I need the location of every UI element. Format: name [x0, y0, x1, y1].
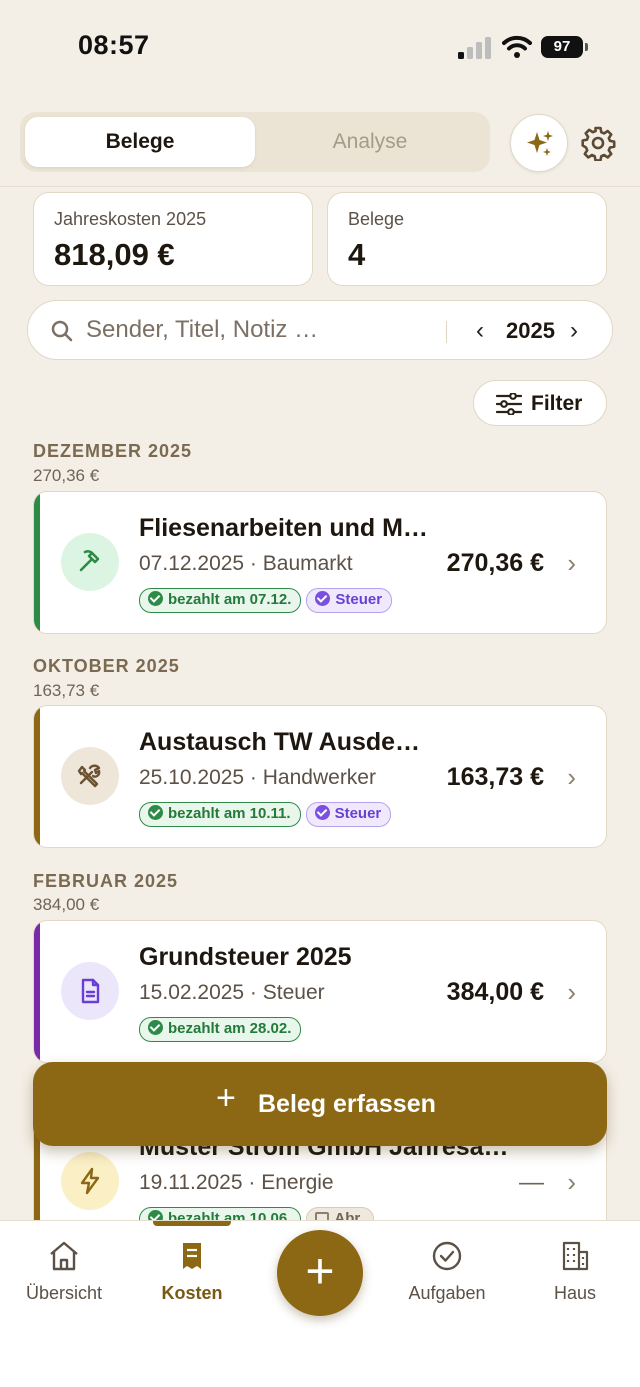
check-icon [148, 1020, 163, 1035]
receipt-subtitle: 07.12.2025 · Baumarkt [139, 552, 353, 575]
search-icon [51, 320, 73, 342]
category-badge [61, 1152, 119, 1210]
tax-label: Steuer [335, 591, 383, 608]
plus-icon: + [216, 1079, 236, 1117]
ai-assistant-button[interactable] [510, 114, 568, 172]
receipt-card[interactable]: Grundsteuer 2025 15.02.2025 · Steuer 384… [33, 920, 607, 1063]
stat-label: Belege [348, 209, 405, 229]
tax-badge: Steuer [305, 802, 392, 827]
check-circle-icon [432, 1241, 462, 1271]
wifi-icon [502, 35, 532, 58]
stat-receipts-count: Belege 4 [327, 192, 607, 286]
search-input[interactable]: Sender, Titel, Notiz … [86, 316, 318, 344]
plus-icon: + [305, 1243, 335, 1299]
chevron-right-icon: › [567, 1167, 576, 1197]
receipt-amount: 163,73 € [446, 763, 544, 791]
tab-label: Übersicht [25, 1283, 103, 1303]
stat-label: Jahreskosten 2025 [54, 209, 207, 229]
chevron-right-icon: › [567, 762, 576, 792]
month-sum: 384,00 € [33, 895, 100, 914]
month-header: OKTOBER 2025 [33, 656, 180, 676]
battery-level: 97 [541, 36, 583, 58]
gear-icon[interactable] [580, 125, 616, 161]
tab-belege[interactable]: Belege [25, 117, 255, 167]
tab-label: Haus [553, 1283, 597, 1303]
chevron-right-icon: › [567, 548, 576, 578]
check-icon [148, 591, 163, 606]
tab-kosten[interactable]: Kosten [132, 1239, 252, 1304]
add-receipt-button[interactable]: + Beleg erfassen [33, 1062, 607, 1146]
receipt-amount: — [519, 1168, 544, 1196]
tab-analyse[interactable]: Analyse [255, 117, 485, 167]
paid-badge: bezahlt am 28.02. [139, 1017, 302, 1042]
month-sum: 270,36 € [33, 466, 100, 485]
header-divider [0, 186, 640, 187]
check-icon [314, 805, 330, 820]
year-prev-button[interactable]: ‹ [476, 317, 484, 345]
active-tab-indicator [153, 1221, 231, 1226]
paid-label: bezahlt am 10.11. [168, 805, 291, 822]
lightning-icon [80, 1167, 100, 1195]
tax-badge: Steuer [306, 588, 393, 613]
paid-badge: bezahlt am 10.11. [139, 802, 301, 827]
year-next-button[interactable]: › [570, 317, 578, 345]
search-bar: Sender, Titel, Notiz … ‹ 2025 › [27, 300, 613, 360]
filter-button[interactable]: Filter [473, 380, 607, 426]
month-sum: 163,73 € [33, 681, 100, 700]
receipt-title: Grundsteuer 2025 [139, 943, 352, 971]
year-value: 2025 [506, 318, 555, 343]
tab-aufgaben[interactable]: Aufgaben [387, 1239, 507, 1304]
accent-bar [34, 492, 40, 633]
cellular-signal-icon [458, 37, 491, 59]
receipt-amount: 270,36 € [446, 549, 544, 577]
month-header: FEBRUAR 2025 [33, 871, 179, 891]
paid-label: bezahlt am 07.12. [168, 591, 292, 608]
tab-label: Kosten [161, 1283, 223, 1303]
month-header: DEZEMBER 2025 [33, 441, 193, 461]
tools-icon [77, 764, 101, 788]
receipt-card[interactable]: Austausch TW Ausdeh… 25.10.2025 · Handwe… [33, 705, 607, 848]
check-icon [148, 805, 163, 820]
category-badge [61, 747, 119, 805]
filter-label: Filter [531, 392, 583, 415]
tab-label: Aufgaben [408, 1283, 486, 1303]
search-separator [446, 321, 447, 343]
receipt-subtitle: 15.02.2025 · Steuer [139, 981, 325, 1004]
sparkles-icon [527, 131, 553, 156]
status-bar: 08:57 97 [0, 0, 640, 92]
tab-uebersicht[interactable]: Übersicht [4, 1239, 124, 1304]
receipt-title: Austausch TW Ausdeh… [139, 728, 429, 756]
tab-haus[interactable]: Haus [515, 1239, 635, 1304]
receipt-amount: 384,00 € [446, 978, 544, 1006]
stat-value: 818,09 € [54, 237, 175, 272]
hammer-icon [79, 550, 100, 572]
receipt-title: Fliesenarbeiten und M… [139, 514, 428, 542]
home-icon [50, 1241, 78, 1271]
battery-icon: 97 [541, 36, 589, 58]
category-badge [61, 533, 119, 591]
document-icon [81, 978, 100, 1004]
chevron-right-icon: › [567, 977, 576, 1007]
stat-annual-costs: Jahreskosten 2025 818,09 € [33, 192, 313, 286]
building-icon [562, 1241, 589, 1271]
check-icon [315, 591, 331, 606]
paid-badge: bezahlt am 07.12. [139, 588, 302, 613]
category-badge [61, 962, 119, 1020]
accent-bar [34, 706, 40, 847]
tax-label: Steuer [334, 805, 382, 822]
receipt-subtitle: 25.10.2025 · Handwerker [139, 766, 376, 789]
sliders-icon [496, 393, 522, 415]
receipt-card[interactable]: Fliesenarbeiten und M… 07.12.2025 · Baum… [33, 491, 607, 634]
receipt-icon [183, 1243, 201, 1269]
status-time: 08:57 [78, 30, 150, 60]
quick-add-button[interactable]: + [277, 1230, 363, 1316]
add-receipt-label: Beleg erfassen [258, 1090, 436, 1118]
stat-value: 4 [348, 237, 366, 272]
receipt-subtitle: 19.11.2025 · Energie [139, 1171, 334, 1194]
accent-bar [34, 921, 40, 1062]
view-switch: Belege Analyse [20, 112, 490, 172]
paid-label: bezahlt am 28.02. [168, 1020, 292, 1037]
